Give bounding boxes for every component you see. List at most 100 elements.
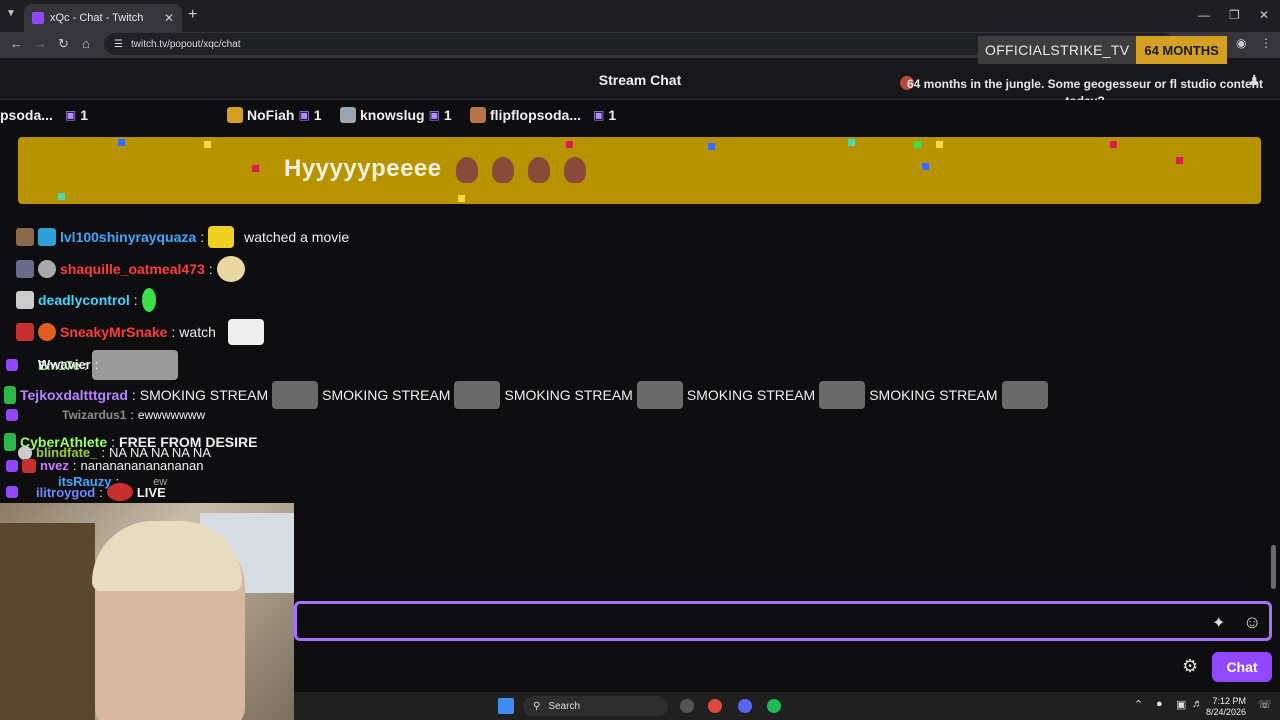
chat-input[interactable] — [294, 601, 1272, 641]
emote-icon — [227, 319, 264, 345]
chat-username[interactable]: SneakyMrSnake — [60, 324, 167, 340]
home-icon[interactable]: ⌂ — [82, 36, 90, 51]
site-info-icon[interactable]: ☰ — [114, 39, 123, 50]
reload-icon[interactable]: ↻ — [58, 36, 69, 52]
windows-taskbar — [294, 692, 1280, 720]
user-badge-icon — [16, 260, 34, 278]
leaderboard-count: 1 — [608, 107, 617, 123]
bits-icon[interactable]: ✦ — [1212, 613, 1225, 633]
volume-icon[interactable]: ♬ — [1192, 698, 1203, 710]
chat-message: deadlycontrol: — [16, 288, 156, 312]
user-badge-icon — [4, 386, 16, 404]
notification-icon[interactable]: ☏ — [1258, 698, 1272, 711]
emote-icon — [636, 381, 683, 409]
background-shelf — [0, 523, 95, 720]
network-icon[interactable]: ▣ — [1176, 698, 1186, 711]
confetti — [118, 139, 125, 146]
minimize-icon[interactable]: — — [1198, 8, 1210, 22]
spotify-icon[interactable] — [767, 699, 781, 713]
new-tab-icon[interactable]: + — [188, 6, 197, 24]
emote-icon — [106, 483, 133, 501]
chat-username[interactable]: shaquille_oatmeal473 — [60, 261, 205, 277]
confetti — [252, 165, 259, 172]
sub-badge-icon — [38, 260, 56, 278]
maximize-icon[interactable]: ❐ — [1229, 8, 1240, 22]
emote-icon — [91, 350, 178, 380]
leaderboard-name: knowslug — [360, 107, 425, 123]
sub-badge-icon — [22, 458, 36, 473]
forward-icon[interactable]: → — [34, 36, 47, 51]
hype-banner — [18, 137, 1261, 204]
microphone-icon[interactable]: ● — [1156, 698, 1163, 710]
emote-icon — [216, 256, 245, 282]
profile-avatar-icon[interactable]: ◉ — [1236, 36, 1246, 50]
emote-icon — [1001, 381, 1048, 409]
emote-icon — [272, 381, 319, 409]
chat-message: Twizardus1: ewwwwwww — [6, 408, 205, 422]
confetti — [566, 141, 573, 148]
emote-picker-icon[interactable]: ☺ — [1243, 612, 1261, 633]
leaderboard-name: psoda... — [0, 107, 53, 123]
leaderboard-name: flipflopsoda... — [490, 107, 581, 123]
sub-alert-username: OFFICIALSTRIKE_TV — [978, 36, 1137, 64]
chat-settings-icon[interactable]: ⚙ — [1182, 656, 1198, 677]
browser-tab[interactable]: xQc - Chat - Twitch ✕ — [24, 4, 182, 32]
tab-search-dropdown-icon[interactable]: ▼ — [6, 8, 16, 19]
leaderboard-entry[interactable]: psoda... ▣ 1 — [0, 107, 88, 123]
chrome-icon[interactable] — [708, 699, 722, 713]
tray-chevron-icon[interactable]: ⌃ — [1134, 698, 1143, 711]
chat-username[interactable]: ilitroygod — [36, 485, 95, 500]
chat-message: nvez: nanananananananan — [6, 458, 203, 473]
back-icon[interactable]: ← — [10, 36, 23, 51]
emote-icon — [208, 226, 235, 248]
confetti — [848, 139, 855, 146]
chat-message-text: SMOKING STREAM — [869, 387, 998, 403]
chat-send-button[interactable]: Chat — [1212, 652, 1272, 682]
browser-menu-icon[interactable]: ⋮ — [1260, 36, 1272, 50]
chat-username[interactable]: Twizardus1 — [62, 408, 126, 422]
user-badge-icon — [6, 359, 18, 371]
clock-time: 7:12 PM — [1212, 696, 1247, 706]
chat-message: Tejkoxdaltttgrad: SMOKING STREAM SMOKING… — [4, 381, 1048, 409]
gift-leaderboard — [0, 100, 1280, 132]
confetti — [204, 141, 211, 148]
tab-close-icon[interactable]: ✕ — [164, 11, 174, 25]
gift-icon: ▣ — [298, 108, 310, 122]
confetti — [458, 195, 465, 202]
leaderboard-entry[interactable]: flipflopsoda... ▣ 1 — [470, 107, 616, 123]
chat-scrollbar[interactable] — [1271, 545, 1276, 589]
user-badge-icon — [6, 486, 18, 498]
confetti — [1176, 157, 1183, 164]
community-users-icon[interactable]: ♟ — [1248, 72, 1261, 89]
chat-message: ilitroygod: LIVE — [6, 483, 166, 501]
discord-icon[interactable] — [738, 699, 752, 713]
gift-icon: ▣ — [64, 108, 77, 122]
leaderboard-entry[interactable]: NoFiah ▣ 1 — [227, 107, 322, 123]
chat-message-text: watched a movie — [244, 229, 350, 245]
emote-icon — [492, 157, 514, 183]
windows-start-icon[interactable] — [498, 698, 514, 714]
tab-title: xQc - Chat - Twitch — [50, 12, 144, 24]
chat-username[interactable]: nvez — [40, 458, 69, 473]
leaderboard-entry[interactable]: knowslug ▣ 1 — [340, 107, 452, 123]
emote-icon — [456, 157, 478, 183]
chat-username[interactable]: deadlycontrol — [38, 292, 130, 308]
chat-message: lvl100shinyrayquaza: watched a movie — [16, 226, 349, 248]
gift-icon: ▣ — [428, 108, 440, 122]
chat-username[interactable]: Wwavier — [38, 357, 91, 372]
user-badge-icon — [6, 459, 18, 472]
emote-icon — [454, 381, 501, 409]
taskbar-app-icon[interactable] — [680, 699, 694, 713]
confetti — [914, 141, 921, 148]
chat-username[interactable]: Tejkoxdaltttgrad — [20, 387, 128, 403]
chat-username[interactable]: lvl100shinyrayquaza — [60, 229, 196, 245]
confetti — [936, 141, 943, 148]
leaderboard-count: 1 — [80, 107, 89, 123]
taskbar-search[interactable]: ⚲ Search — [523, 696, 668, 716]
sub-alert-badge: OFFICIALSTRIKE_TV 64 MONTHS — [978, 36, 1227, 64]
window-close-icon[interactable]: ✕ — [1259, 8, 1269, 22]
emote-icon — [528, 157, 550, 183]
leaderboard-count: 1 — [313, 107, 322, 123]
taskbar-clock[interactable]: 7:12 PM 8/24/2026 — [1206, 696, 1246, 718]
webcam-overlay — [0, 503, 294, 720]
